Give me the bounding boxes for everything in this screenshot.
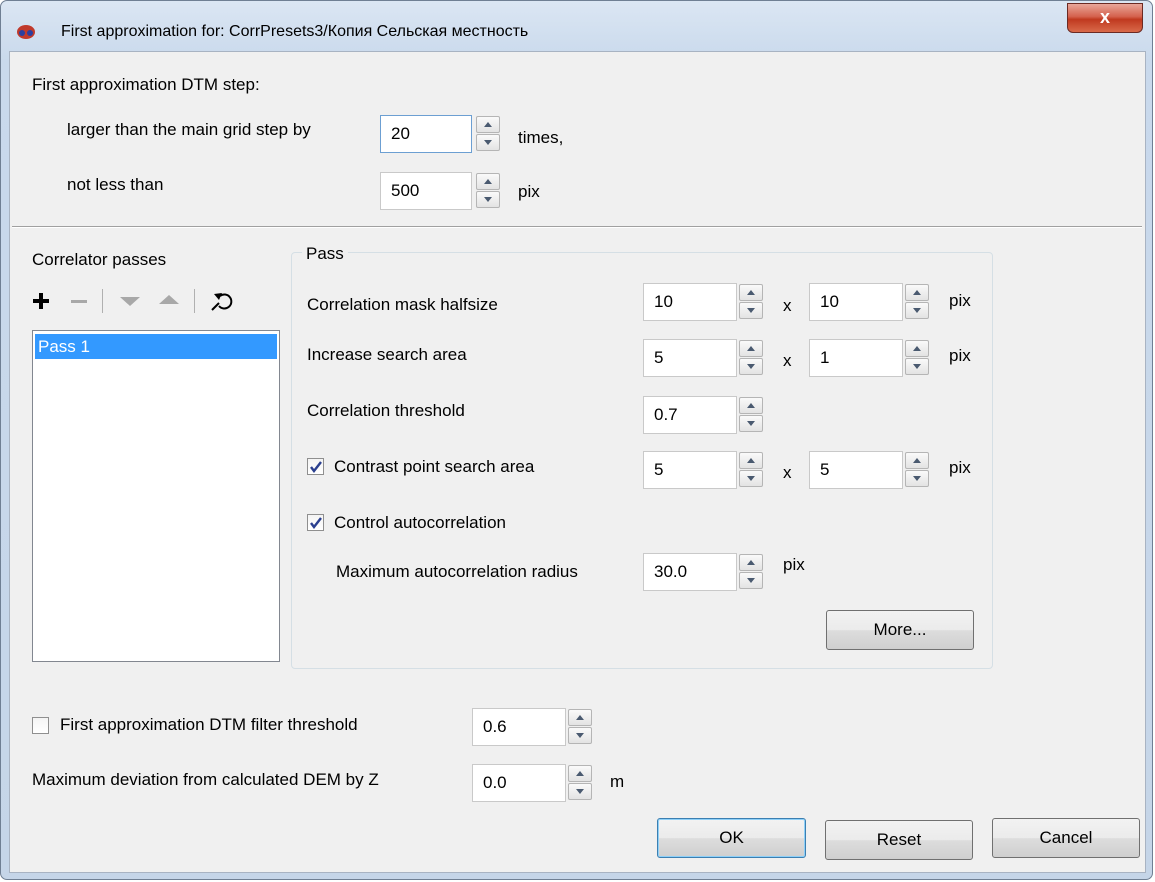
spin-down-icon[interactable] bbox=[568, 727, 592, 744]
max-deviation-input[interactable]: 0.0 bbox=[472, 764, 566, 802]
spin-down-icon[interactable] bbox=[739, 470, 763, 487]
list-item[interactable]: Pass 1 bbox=[35, 334, 277, 359]
mask-x-spinner[interactable] bbox=[739, 283, 765, 321]
max-deviation-label: Maximum deviation from calculated DEM by… bbox=[32, 770, 379, 789]
dtm-step-heading: First approximation DTM step: bbox=[32, 75, 260, 94]
larger-than-unit: times, bbox=[518, 128, 564, 147]
more-button[interactable]: More... bbox=[826, 610, 974, 650]
toolbar-separator bbox=[194, 289, 195, 313]
contrast-x-spinner[interactable] bbox=[739, 451, 765, 489]
spin-up-icon[interactable] bbox=[739, 284, 763, 301]
spin-down-icon[interactable] bbox=[905, 302, 929, 319]
dialog-content: First approximation DTM step: larger tha… bbox=[9, 51, 1146, 873]
move-up-icon[interactable] bbox=[158, 292, 180, 306]
checkmark-icon bbox=[310, 461, 322, 473]
filter-threshold-spinner[interactable] bbox=[568, 708, 594, 746]
correlator-passes-label: Correlator passes bbox=[32, 250, 167, 269]
larger-than-spinner[interactable] bbox=[476, 115, 502, 153]
filter-threshold-label: First approximation DTM filter threshold bbox=[60, 715, 358, 734]
max-autocorr-spinner[interactable] bbox=[739, 553, 765, 591]
search-y-spinner[interactable] bbox=[905, 339, 931, 377]
toolbar-separator bbox=[102, 289, 103, 313]
cancel-button[interactable]: Cancel bbox=[992, 818, 1140, 858]
spin-down-icon[interactable] bbox=[905, 358, 929, 375]
contrast-label: Contrast point search area bbox=[334, 457, 535, 476]
app-icon bbox=[17, 25, 35, 39]
search-y-input[interactable]: 1 bbox=[809, 339, 903, 377]
filter-threshold-input[interactable]: 0.6 bbox=[472, 708, 566, 746]
window-title: First approximation for: CorrPresets3/Ко… bbox=[61, 23, 529, 40]
spin-up-icon[interactable] bbox=[739, 340, 763, 357]
title-bar: First approximation for: CorrPresets3/Ко… bbox=[1, 1, 1154, 51]
contrast-unit: pix bbox=[949, 458, 971, 477]
contrast-checkbox[interactable] bbox=[307, 458, 324, 475]
spin-down-icon[interactable] bbox=[476, 191, 500, 208]
spin-down-icon[interactable] bbox=[739, 358, 763, 375]
filter-threshold-checkbox[interactable] bbox=[32, 717, 49, 734]
dialog-window: First approximation for: CorrPresets3/Ко… bbox=[0, 0, 1153, 880]
max-autocorr-input[interactable]: 30.0 bbox=[643, 553, 737, 591]
contrast-y-spinner[interactable] bbox=[905, 451, 931, 489]
spin-up-icon[interactable] bbox=[568, 765, 592, 782]
section-divider bbox=[12, 226, 1142, 228]
spin-up-icon[interactable] bbox=[905, 284, 929, 301]
search-unit: pix bbox=[949, 346, 971, 365]
contrast-y-input[interactable]: 5 bbox=[809, 451, 903, 489]
spin-up-icon[interactable] bbox=[739, 397, 763, 414]
reset-icon[interactable] bbox=[210, 290, 234, 312]
spin-up-icon[interactable] bbox=[739, 452, 763, 469]
mask-x-input[interactable]: 10 bbox=[643, 283, 737, 321]
threshold-spinner[interactable] bbox=[739, 396, 765, 434]
spin-down-icon[interactable] bbox=[568, 783, 592, 800]
search-x-spinner[interactable] bbox=[739, 339, 765, 377]
not-less-label: not less than bbox=[67, 175, 164, 194]
spin-down-icon[interactable] bbox=[476, 134, 500, 151]
times-sign: x bbox=[783, 351, 792, 370]
spin-up-icon[interactable] bbox=[568, 709, 592, 726]
checkmark-icon bbox=[310, 517, 322, 529]
times-sign: x bbox=[783, 463, 792, 482]
max-autocorr-unit: pix bbox=[783, 555, 805, 574]
spin-up-icon[interactable] bbox=[476, 116, 500, 133]
reset-button[interactable]: Reset bbox=[825, 820, 973, 860]
spin-up-icon[interactable] bbox=[905, 452, 929, 469]
search-area-label: Increase search area bbox=[307, 345, 467, 364]
spin-down-icon[interactable] bbox=[905, 470, 929, 487]
close-button[interactable]: x bbox=[1067, 3, 1143, 33]
max-autocorr-label: Maximum autocorrelation radius bbox=[336, 562, 578, 581]
not-less-unit: pix bbox=[518, 182, 540, 201]
larger-than-input[interactable]: 20 bbox=[380, 115, 472, 153]
mask-y-spinner[interactable] bbox=[905, 283, 931, 321]
mask-halfsize-label: Correlation mask halfsize bbox=[307, 295, 498, 314]
spin-down-icon[interactable] bbox=[739, 572, 763, 589]
pass-group-title: Pass bbox=[302, 244, 348, 264]
spin-up-icon[interactable] bbox=[476, 173, 500, 190]
move-down-icon[interactable] bbox=[119, 294, 141, 308]
max-deviation-unit: m bbox=[610, 772, 625, 791]
threshold-label: Correlation threshold bbox=[307, 401, 465, 420]
search-x-input[interactable]: 5 bbox=[643, 339, 737, 377]
not-less-spinner[interactable] bbox=[476, 172, 502, 210]
ok-button[interactable]: OK bbox=[657, 818, 806, 858]
times-sign: x bbox=[783, 296, 792, 315]
spin-up-icon[interactable] bbox=[905, 340, 929, 357]
add-icon[interactable] bbox=[32, 292, 50, 310]
contrast-x-input[interactable]: 5 bbox=[643, 451, 737, 489]
threshold-input[interactable]: 0.7 bbox=[643, 396, 737, 434]
remove-icon[interactable] bbox=[70, 292, 88, 310]
autocorr-checkbox[interactable] bbox=[307, 514, 324, 531]
mask-unit: pix bbox=[949, 291, 971, 310]
passes-list[interactable]: Pass 1 bbox=[32, 330, 280, 662]
mask-y-input[interactable]: 10 bbox=[809, 283, 903, 321]
spin-up-icon[interactable] bbox=[739, 554, 763, 571]
larger-than-label: larger than the main grid step by bbox=[67, 120, 311, 139]
spin-down-icon[interactable] bbox=[739, 302, 763, 319]
max-deviation-spinner[interactable] bbox=[568, 764, 594, 802]
spin-down-icon[interactable] bbox=[739, 415, 763, 432]
autocorr-label: Control autocorrelation bbox=[334, 513, 506, 532]
not-less-input[interactable]: 500 bbox=[380, 172, 472, 210]
